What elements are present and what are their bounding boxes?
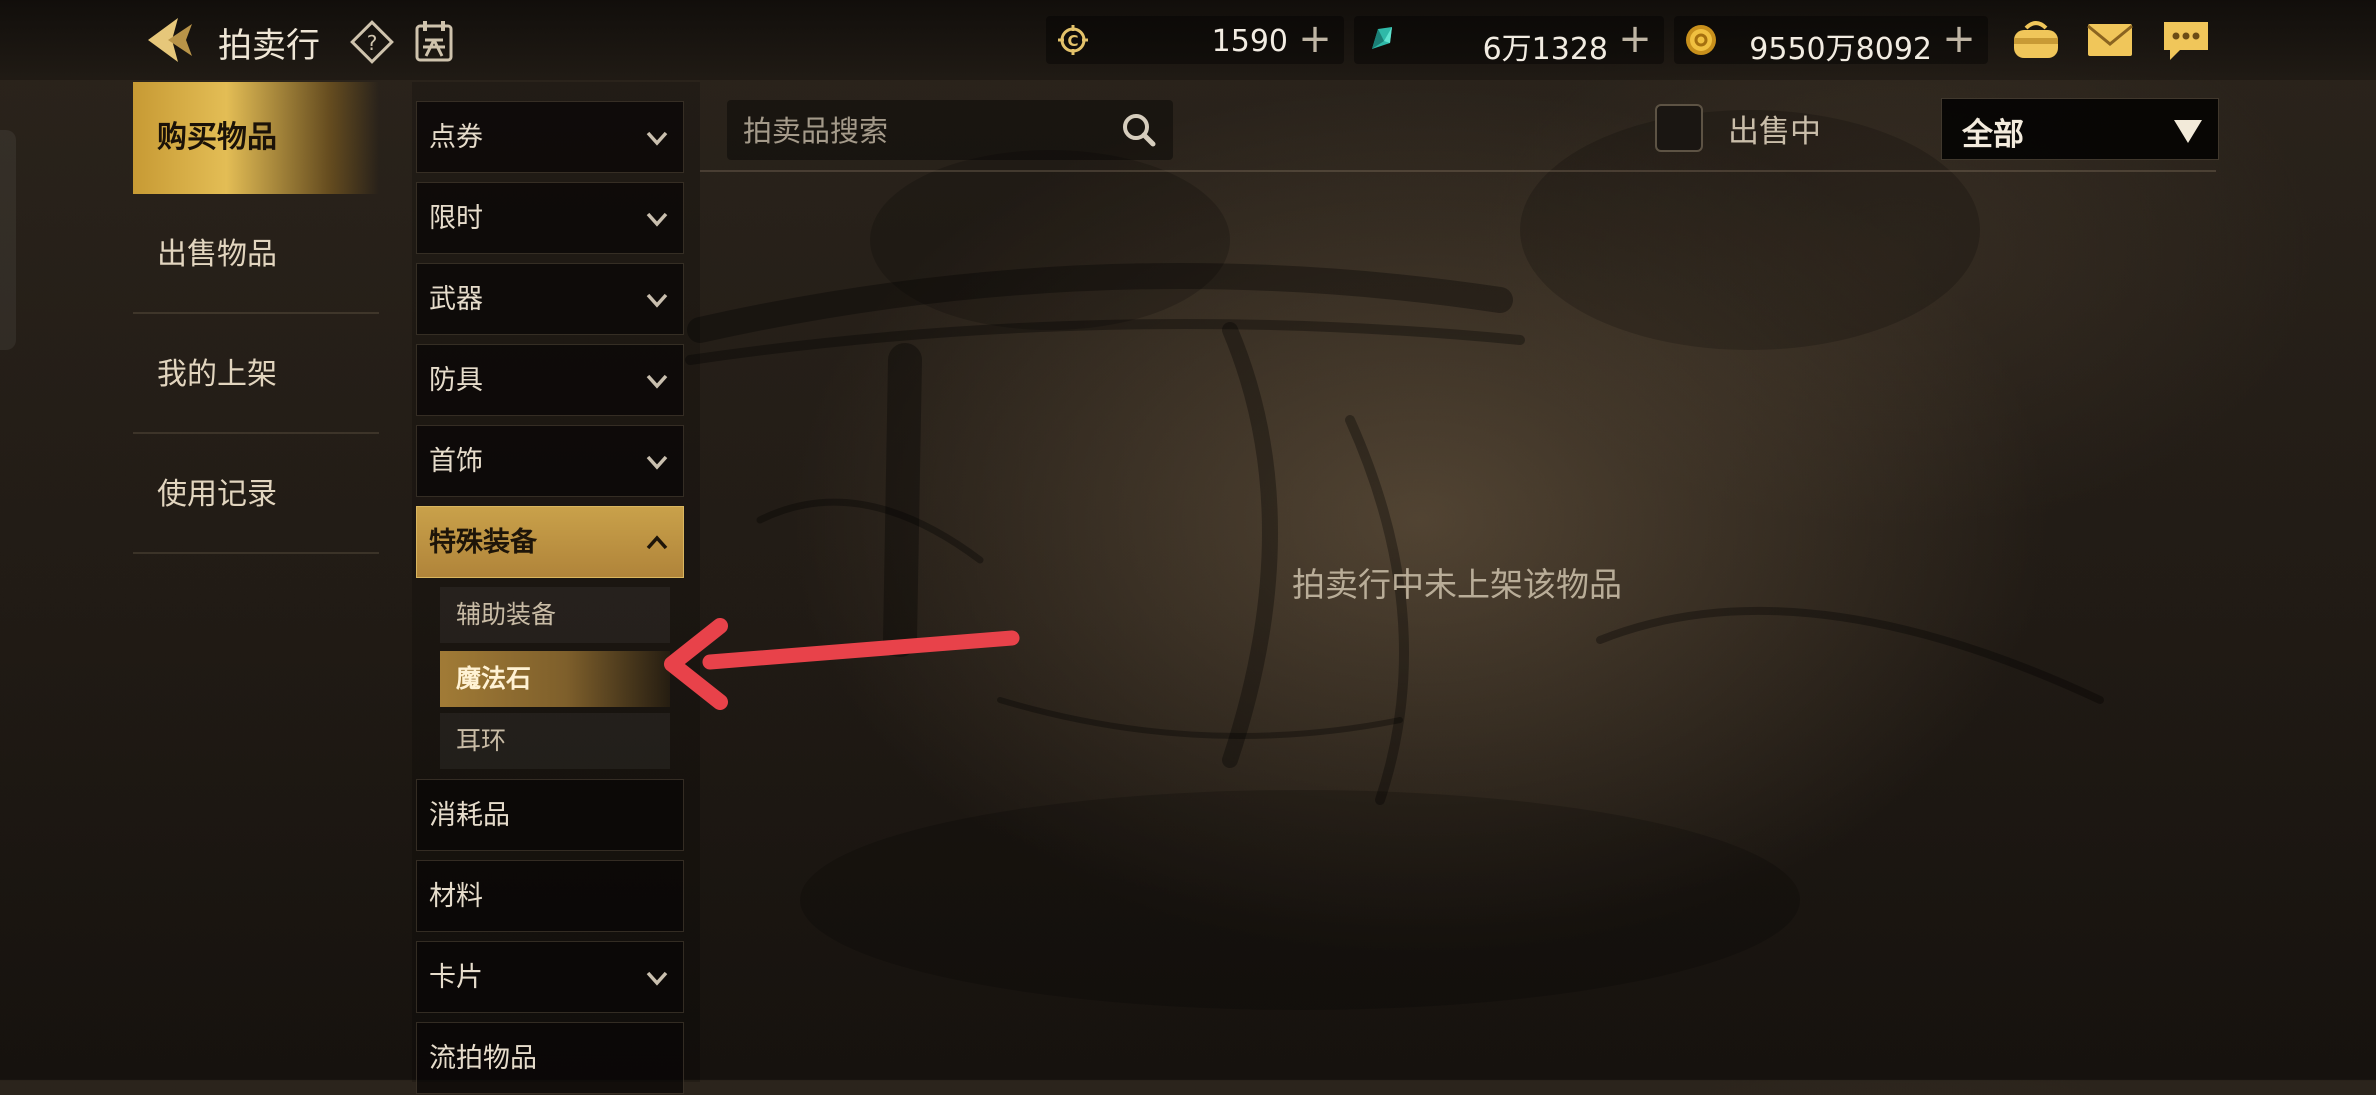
add-crystal-button[interactable]: + — [1616, 18, 1654, 60]
side-drawer-handle[interactable] — [0, 130, 16, 350]
gold-value: 9550万8092 — [1749, 32, 1932, 67]
search-box — [727, 100, 1173, 160]
subcategory-magic-stone[interactable]: 魔法石 — [440, 651, 670, 707]
filter-dropdown-value: 全部 — [1962, 117, 2024, 153]
chevron-down-icon — [646, 212, 668, 227]
nav-usage-records[interactable]: 使用记录 — [133, 436, 379, 554]
help-icon: ? — [350, 20, 394, 64]
search-input[interactable] — [741, 106, 1105, 156]
category-cards[interactable]: 卡片 — [416, 941, 684, 1013]
category-consumables[interactable]: 消耗品 — [416, 779, 684, 851]
nav-buy-items[interactable]: 购买物品 — [133, 82, 379, 194]
category-label: 材料 — [429, 881, 483, 912]
category-unsold-items[interactable]: 流拍物品 — [416, 1022, 684, 1094]
category-label: 防具 — [429, 365, 483, 396]
chevron-down-icon — [646, 131, 668, 146]
subcategory-earrings[interactable]: 耳环 — [440, 713, 670, 769]
category-limited[interactable]: 限时 — [416, 182, 684, 254]
chevron-up-icon — [646, 535, 668, 550]
nav-sell-items[interactable]: 出售物品 — [133, 196, 379, 314]
nav-my-listings[interactable]: 我的上架 — [133, 316, 379, 434]
bag-icon — [2014, 21, 2058, 58]
calendar-button[interactable] — [412, 18, 456, 64]
crystal-gem-icon — [1372, 27, 1392, 49]
empty-state-message: 拍卖行中未上架该物品 — [1292, 565, 1622, 604]
calendar-icon — [415, 21, 453, 62]
coupon-value: 1590 — [1211, 24, 1288, 59]
search-icon[interactable] — [1119, 110, 1159, 150]
header-divider — [700, 170, 2216, 172]
bag-button[interactable] — [2008, 14, 2064, 66]
on-sale-label: 出售中 — [1728, 114, 1821, 150]
currency-crystal: 6万1328 + — [1354, 16, 1664, 67]
chat-icon — [2164, 22, 2208, 60]
category-materials[interactable]: 材料 — [416, 860, 684, 932]
category-armor[interactable]: 防具 — [416, 344, 684, 416]
svg-text:C: C — [1067, 32, 1078, 50]
chevron-down-icon — [646, 971, 668, 986]
help-button[interactable]: ? — [350, 20, 394, 64]
mail-button[interactable] — [2082, 14, 2138, 66]
svg-text:?: ? — [367, 31, 378, 55]
filter-dropdown[interactable]: 全部 — [1941, 98, 2219, 160]
subcategory-auxiliary-equipment[interactable]: 辅助装备 — [440, 587, 670, 643]
category-label: 武器 — [429, 284, 483, 315]
chevron-down-icon — [646, 374, 668, 389]
coupon-currency-icon: C — [1058, 25, 1088, 55]
category-accessories[interactable]: 首饰 — [416, 425, 684, 497]
add-gold-button[interactable]: + — [1940, 18, 1978, 60]
category-label: 卡片 — [429, 962, 483, 993]
chevron-down-icon — [646, 293, 668, 308]
category-label: 点券 — [429, 122, 483, 153]
page-title: 拍卖行 — [218, 26, 320, 66]
category-label: 限时 — [429, 203, 483, 234]
on-sale-checkbox[interactable] — [1655, 104, 1703, 152]
category-label: 消耗品 — [429, 800, 510, 831]
currency-coupon: C 1590 + — [1046, 16, 1344, 64]
add-coupon-button[interactable]: + — [1296, 18, 1334, 60]
currency-gold: 9550万8092 + — [1674, 16, 1988, 67]
category-coupons[interactable]: 点券 — [416, 101, 684, 173]
category-label: 特殊装备 — [429, 527, 537, 558]
crystal-value: 6万1328 — [1482, 32, 1608, 67]
chat-button[interactable] — [2158, 14, 2214, 66]
back-button[interactable] — [138, 12, 202, 68]
chevron-down-icon — [646, 455, 668, 470]
dropdown-triangle-icon — [2174, 120, 2202, 143]
back-arrow-icon — [148, 18, 192, 62]
category-special-equipment[interactable]: 特殊装备 — [416, 506, 684, 578]
mail-icon — [2087, 24, 2133, 56]
annotation-arrow-icon — [664, 618, 1020, 710]
category-label: 流拍物品 — [429, 1043, 537, 1074]
gold-coin-icon — [1686, 25, 1716, 55]
category-weapons[interactable]: 武器 — [416, 263, 684, 335]
category-label: 首饰 — [429, 446, 483, 477]
